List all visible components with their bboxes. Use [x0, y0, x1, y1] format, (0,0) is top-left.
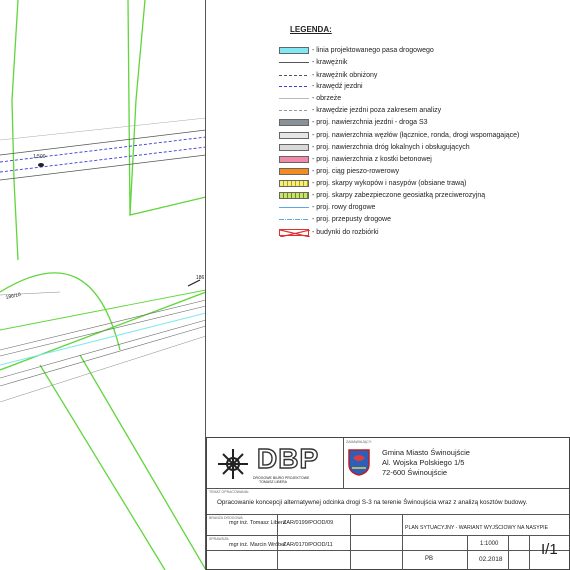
- legend-item-label: - krawężnik: [312, 59, 348, 66]
- road-edge-line: [0, 129, 206, 156]
- pink-fill-icon: [279, 156, 309, 163]
- legend-item-label: - krawędź jezdni: [312, 83, 363, 90]
- scale-label: 1:500: [33, 154, 46, 160]
- road-edge-line: [0, 117, 206, 141]
- station-label-b: 186: [196, 275, 205, 281]
- legend-item-label: - obrzeże: [312, 95, 342, 102]
- scale: 1:1000: [480, 541, 499, 547]
- road-edge-line: [0, 299, 206, 351]
- green-yellow-hatch-icon: [279, 192, 309, 199]
- client-name: Gmina Miasto Świnoujście: [382, 448, 470, 457]
- coat-of-arms-icon: [348, 449, 370, 476]
- client-address: Al. Wojska Polskiego 1/5: [382, 458, 465, 467]
- culvert-line-icon: [279, 216, 309, 223]
- sheet-number: I/1: [541, 541, 558, 558]
- legend-item-label: - proj. nawierzchnia węzłów (łącznice, r…: [312, 132, 520, 139]
- road-edge-line: [0, 319, 206, 379]
- client-city: 72-600 Świnoujście: [382, 468, 448, 477]
- role2-number: ZAR/0170/POOD/11: [283, 542, 333, 548]
- blue-dashed-line-icon: [279, 83, 309, 90]
- lightgray-fill-2-icon: [279, 144, 309, 151]
- client-header: ZAMAWIAJĄCY:: [346, 440, 372, 444]
- road-edge-line: [0, 136, 206, 163]
- solid-line-icon: [279, 59, 309, 66]
- legend-item-label: - krawędzie jezdni poza zakresem analizy: [312, 107, 442, 114]
- road-edge-line: [0, 305, 206, 357]
- legend-item-label: - budynki do rozbiórki: [312, 229, 379, 236]
- ditch-line-icon: [279, 204, 309, 211]
- station-label-a: 186/10: [5, 292, 21, 301]
- boundary-line: [0, 272, 121, 351]
- legend-item-label: - proj. przepusty drogowe: [312, 216, 391, 223]
- gray-dashed-line-icon: [279, 107, 309, 114]
- orange-fill-icon: [279, 168, 309, 175]
- thin-line-icon: [279, 95, 309, 102]
- legend-item-label: - proj. skarpy wykopów i nasypów (obsian…: [312, 180, 467, 187]
- gray-fill-icon: [279, 119, 309, 126]
- cyan-fill-icon: [279, 47, 309, 54]
- site-plan-drawing: 1:500 186/10 186: [0, 0, 206, 570]
- boundary-line: [11, 0, 19, 261]
- study-header: TEMAT OPRACOWANIA:: [209, 490, 249, 494]
- road-edge-line: [0, 325, 206, 387]
- boundary-line: [127, 0, 131, 216]
- legend-item-label: - linia projektowanego pasa drogowego: [312, 47, 434, 54]
- legend-item-label: - proj. skarpy zabezpieczone geosiatką p…: [312, 192, 486, 199]
- legend-item-label: - proj. ciąg pieszo-rowerowy: [312, 168, 400, 175]
- role2-name: mgr inż. Marcin Wróbel: [229, 542, 286, 548]
- logo-text: DBP: [256, 443, 320, 474]
- road-edge-line: [0, 146, 206, 173]
- red-cross-box-icon: [279, 229, 310, 237]
- title-block: DBP DROGOWE BIURO PROJEKTOWE TOMASZ LIBE…: [206, 437, 570, 570]
- date: 02.2018: [479, 556, 503, 563]
- dashed-line-icon: [279, 72, 309, 79]
- road-reserve-line: [0, 312, 206, 366]
- legend-item-label: - proj. nawierzchnia jezdni - droga S3: [312, 119, 428, 126]
- road-edge-line: [0, 154, 206, 181]
- legend-item-label: - proj. nawierzchnia dróg lokalnych i ob…: [312, 144, 470, 151]
- legend-item-label: - krawężnik obniżony: [312, 72, 378, 79]
- legend-item-label: - proj. rowy drogowe: [312, 204, 376, 211]
- logo-caption: DROGOWE BIURO PROJEKTOWE TOMASZ LIBERA: [253, 476, 310, 484]
- stage: PB: [425, 556, 434, 562]
- boundary-line: [0, 289, 206, 331]
- yellow-hatch-icon: [279, 180, 309, 187]
- boundary-line: [129, 0, 206, 216]
- role1-name: mgr inż. Tomasz Libera: [229, 520, 286, 526]
- study-title: Opracowanie koncepcji alternatywnej odci…: [217, 499, 528, 506]
- lightgray-fill-icon: [279, 132, 309, 139]
- role2-header: SPRAWDZIŁ: [209, 537, 230, 541]
- legend-title: LEGENDA:: [290, 25, 332, 34]
- dbp-logo-icon: [218, 449, 248, 479]
- role1-number: ZAR/0199/POOD/09: [283, 520, 334, 526]
- road-station-marker: [38, 163, 44, 167]
- legend-item-label: - proj. nawierzchnia z kostki betonowej: [312, 156, 432, 163]
- sheet-title: PLAN SYTUACYJNY - WARIANT WYJŚCIOWY NA N…: [405, 525, 549, 531]
